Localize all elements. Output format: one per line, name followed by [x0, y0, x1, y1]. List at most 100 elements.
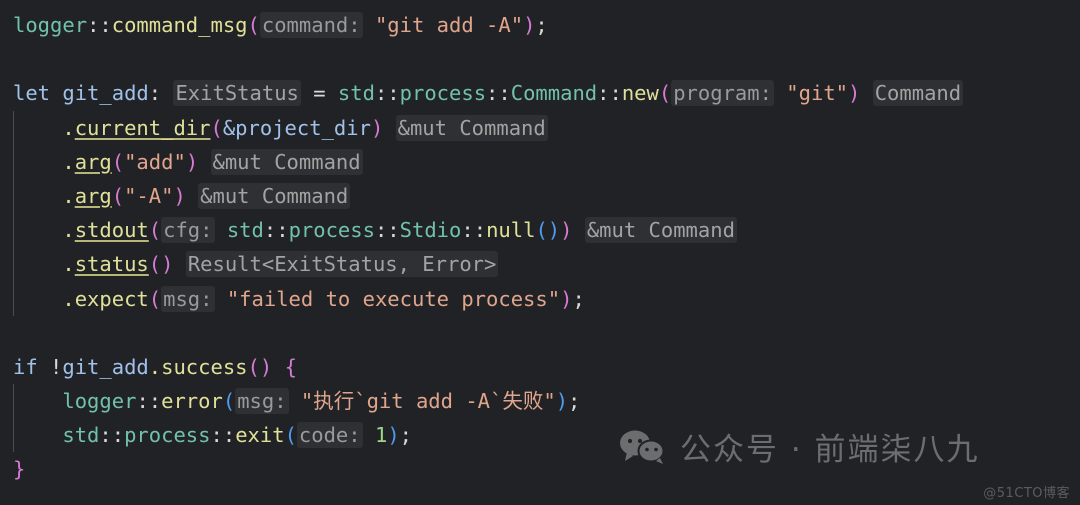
code-token-paren: (	[111, 149, 125, 174]
code-token-num: 1	[374, 423, 388, 448]
code-token-paren: (	[111, 183, 125, 208]
code-token-paren: (	[148, 218, 162, 243]
code-token-fn: null	[486, 218, 536, 243]
code-token-paren: )	[370, 115, 384, 140]
code-token-str: "执行`git add -A`失败"	[300, 389, 556, 414]
code-token-str: "add"	[124, 149, 186, 174]
code-token-fn: expect	[74, 286, 149, 311]
code-line[interactable]: .stdout(cfg: std::process::Stdio::null()…	[0, 213, 1080, 248]
code-token-str: "git"	[786, 81, 849, 106]
code-token-fn: .	[62, 183, 75, 208]
code-token-paren: )	[523, 13, 536, 37]
indent-guide	[13, 247, 14, 282]
indent-guide	[13, 418, 14, 453]
code-line[interactable]: .expect(msg: "failed to execute process"…	[0, 281, 1080, 316]
code-editor-content[interactable]: logger::command_msg(command: "git add -A…	[0, 0, 1080, 487]
code-token-punc: ::	[461, 218, 487, 243]
code-token-punc: ::	[486, 81, 511, 106]
indent-guide	[13, 384, 14, 419]
code-token-bang: !	[50, 354, 63, 379]
code-token-paren2: (	[222, 389, 236, 414]
code-token-paren: (	[210, 115, 223, 140]
code-token-path: process	[288, 218, 375, 243]
code-token-hint-t: Command	[872, 80, 964, 107]
code-token-punc: ::	[263, 218, 289, 243]
code-token-fnu: status	[74, 252, 149, 277]
code-line[interactable]: logger::error(msg: "执行`git add -A`失败");	[0, 384, 1080, 419]
corner-watermark: @51CTO博客	[983, 486, 1070, 501]
code-token-paren2: ()	[535, 218, 561, 243]
code-line[interactable]: .arg("add") &mut Command	[0, 144, 1080, 179]
code-token-paren: )	[848, 81, 861, 106]
code-token-path: std	[226, 218, 264, 243]
code-token-hint-t: ExitStatus	[173, 80, 301, 107]
code-token-str: "failed to execute process"	[226, 286, 561, 311]
code-token-paren: (	[247, 13, 260, 37]
code-token-path: logger	[62, 389, 137, 414]
code-line[interactable]: let git_add: ExitStatus = std::process::…	[0, 76, 1080, 110]
code-token-fn: .	[62, 286, 75, 311]
code-token-fn: .	[62, 149, 75, 174]
code-line[interactable]: }	[0, 452, 1080, 486]
code-token-hint: code:	[296, 422, 363, 449]
code-line[interactable]	[0, 42, 1080, 76]
code-token-var: git_add	[62, 81, 149, 106]
code-line[interactable]: .status() Result<ExitStatus, Error>	[0, 247, 1080, 282]
indent-guide	[13, 281, 14, 316]
code-line[interactable]: if !git_add.success() {	[0, 350, 1080, 384]
code-token-path: process	[399, 81, 487, 106]
code-token-path: Command	[510, 81, 598, 106]
indent-guide	[13, 213, 14, 248]
code-token-punc: ;	[572, 286, 585, 311]
code-token-hint-t: &mut Command	[584, 217, 737, 244]
code-token-var: git_add	[62, 354, 149, 379]
code-line[interactable]: std::process::exit(code: 1);	[0, 418, 1080, 453]
code-token-punc: ::	[597, 81, 622, 106]
code-line[interactable]	[0, 316, 1080, 350]
code-token-punc: ::	[99, 423, 125, 448]
code-token-paren2: )	[387, 423, 400, 448]
code-token-punc: ::	[374, 218, 400, 243]
code-line[interactable]: .arg("-A") &mut Command	[0, 178, 1080, 214]
code-line[interactable]: .current_dir(&project_dir) &mut Command	[0, 110, 1080, 145]
code-token-punc: ;	[535, 13, 548, 37]
code-token-fn: command_msg	[111, 13, 248, 37]
code-token-paren: ()	[247, 354, 273, 379]
code-token-punc: ::	[210, 423, 236, 448]
code-token-fn: .	[148, 354, 162, 379]
code-token-paren: (	[148, 286, 162, 311]
code-line[interactable]: logger::command_msg(command: "git add -A…	[0, 8, 1080, 42]
code-token-brace: {	[284, 354, 297, 379]
code-token-hint-t: &mut Command	[395, 114, 548, 141]
code-token-fn: .	[62, 252, 75, 277]
code-token-brace: }	[13, 457, 26, 482]
indent-guide	[13, 144, 14, 179]
code-token-path: std	[62, 423, 100, 448]
code-token-punc: ::	[87, 13, 112, 37]
code-token-fn: success	[161, 354, 248, 379]
code-token-punc: ::	[136, 389, 162, 414]
code-token-paren: )	[173, 183, 186, 208]
code-token-var: &project_dir	[222, 115, 371, 140]
code-token-path: Stdio	[399, 218, 462, 243]
code-token-paren: )	[560, 286, 573, 311]
code-token-fn: new	[621, 81, 659, 106]
code-token-hint-t: &mut Command	[210, 148, 363, 175]
code-token-path: logger	[13, 13, 88, 37]
code-token-fnu: current_dir	[74, 115, 211, 140]
code-token-hint-t: Result<ExitStatus, Error>	[185, 251, 499, 278]
